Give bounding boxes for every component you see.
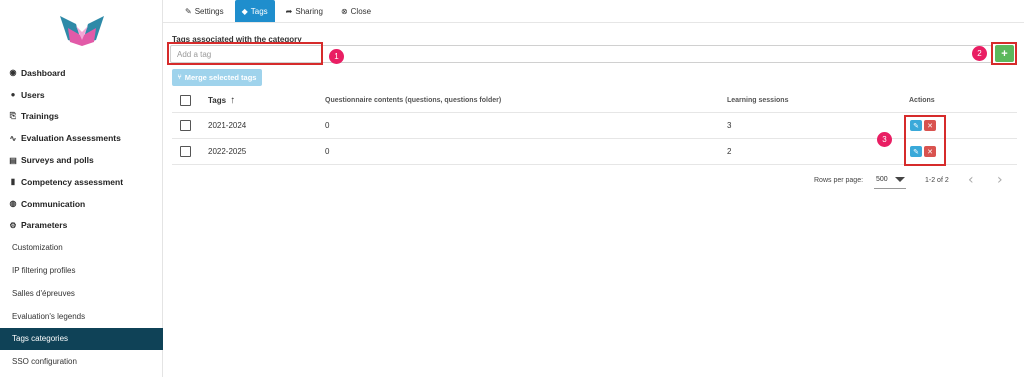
- next-page-icon[interactable]: ›: [997, 172, 1003, 188]
- sidebar-item-competency[interactable]: ▮ Competency assessment: [0, 171, 163, 193]
- annotation-badge-3: 3: [877, 132, 892, 147]
- sidebar-item-surveys[interactable]: ▤ Surveys and polls: [0, 149, 163, 171]
- sort-arrow-up-icon[interactable]: ↑: [230, 95, 235, 106]
- select-underline: [874, 188, 906, 189]
- sidebar-subitem-ip-filtering[interactable]: IP filtering profiles: [0, 259, 163, 282]
- sessions-count: 3: [727, 121, 732, 130]
- sidebar-subitem-legends[interactable]: Evaluation's legends: [0, 305, 163, 328]
- column-header-questionnaire: Questionnaire contents (questions, quest…: [325, 97, 502, 104]
- chat-icon: ◍: [9, 199, 17, 209]
- sidebar-item-label: Evaluation Assessments: [21, 133, 121, 144]
- sidebar-item-communication[interactable]: ◍ Communication: [0, 193, 163, 215]
- sidebar-item-trainings[interactable]: ⎘ Trainings: [0, 106, 163, 128]
- sessions-count: 2: [727, 147, 732, 156]
- share-icon: ➦: [285, 6, 293, 16]
- wrench-icon: ✎: [185, 6, 192, 16]
- sidebar-subitem-customization[interactable]: Customization: [0, 236, 163, 259]
- sidebar-item-label: Surveys and polls: [21, 155, 94, 166]
- sidebar-item-evaluation-assessments[interactable]: ∿ Evaluation Assessments: [0, 127, 163, 149]
- tab-label: Settings: [194, 6, 224, 16]
- trainings-icon: ⎘: [9, 111, 17, 121]
- column-header-tags[interactable]: Tags: [208, 96, 226, 105]
- row-checkbox[interactable]: [180, 120, 191, 131]
- gears-icon: ⚙: [9, 220, 17, 230]
- sidebar-item-dashboard[interactable]: ◉ Dashboard: [0, 62, 163, 84]
- sidebar-item-label: Competency assessment: [21, 176, 124, 187]
- sidebar-item-label: Parameters: [21, 220, 68, 231]
- rows-per-page-value: 500: [876, 176, 888, 183]
- tag-icon: ◆: [241, 6, 248, 16]
- sidebar-item-label: Users: [21, 89, 45, 100]
- previous-page-icon[interactable]: ‹: [968, 172, 974, 188]
- sidebar-item-users[interactable]: ● Users: [0, 84, 163, 106]
- sidebar-subitem-sso[interactable]: SSO configuration: [0, 350, 163, 373]
- evaluation-icon: ∿: [9, 133, 17, 143]
- annotation-highlight-add: [991, 42, 1017, 65]
- merge-icon: ⑂: [177, 74, 182, 81]
- clipboard-icon: ▮: [10, 177, 16, 187]
- annotation-highlight-actions: [904, 115, 946, 166]
- caret-down-icon: [894, 177, 905, 182]
- sidebar-item-label: Dashboard: [21, 67, 66, 78]
- questionnaire-count: 0: [325, 121, 330, 130]
- chart-icon: ▤: [9, 155, 17, 165]
- tab-label: Tags: [250, 6, 268, 16]
- tab-label: Close: [350, 6, 372, 16]
- sidebar-subitem-salles[interactable]: Salles d'épreuves: [0, 282, 163, 305]
- merge-tags-button[interactable]: ⑂ Merge selected tags: [172, 69, 262, 86]
- tags-table: Tags ↑ Questionnaire contents (questions…: [172, 89, 1017, 165]
- rows-per-page-label: Rows per page:: [814, 177, 864, 184]
- questionnaire-count: 0: [325, 147, 330, 156]
- tab-close[interactable]: ⊗ Close: [334, 0, 378, 22]
- sidebar-item-label: Trainings: [21, 111, 59, 122]
- pagination-range: 1-2 of 2: [925, 177, 949, 184]
- table-header-row: Tags ↑ Questionnaire contents (questions…: [172, 89, 1017, 113]
- tab-sharing[interactable]: ➦ Sharing: [279, 0, 330, 22]
- users-icon: ●: [10, 90, 16, 100]
- tag-name: 2022-2025: [208, 147, 247, 156]
- row-checkbox[interactable]: [180, 146, 191, 157]
- tab-label: Sharing: [295, 6, 323, 16]
- column-header-sessions: Learning sessions: [727, 97, 789, 104]
- column-header-actions: Actions: [909, 97, 935, 104]
- tab-divider: [163, 22, 1024, 23]
- sidebar-nav: ◉ Dashboard ● Users ⎘ Trainings ∿ Evalua…: [0, 62, 163, 373]
- sidebar: ◉ Dashboard ● Users ⎘ Trainings ∿ Evalua…: [0, 0, 163, 377]
- gauge-icon: ◉: [9, 68, 17, 78]
- annotation-highlight-input: [167, 42, 323, 65]
- merge-button-label: Merge selected tags: [184, 73, 257, 82]
- annotation-badge-1: 1: [329, 49, 344, 64]
- sidebar-item-label: Communication: [21, 198, 86, 209]
- tab-tags[interactable]: ◆ Tags: [234, 0, 275, 22]
- close-circle-icon: ⊗: [340, 6, 348, 16]
- tab-bar: ✎ Settings ◆ Tags ➦ Sharing ⊗ Close: [178, 0, 378, 22]
- select-all-checkbox[interactable]: [180, 95, 191, 106]
- sidebar-subitem-tags-categories[interactable]: Tags categories: [0, 327, 163, 351]
- tab-settings[interactable]: ✎ Settings: [178, 0, 231, 22]
- sidebar-item-parameters[interactable]: ⚙ Parameters: [0, 215, 163, 237]
- rows-per-page-select[interactable]: 500: [876, 176, 905, 183]
- tag-name: 2021-2024: [208, 121, 247, 130]
- annotation-badge-2: 2: [972, 46, 987, 61]
- logo: [60, 16, 104, 46]
